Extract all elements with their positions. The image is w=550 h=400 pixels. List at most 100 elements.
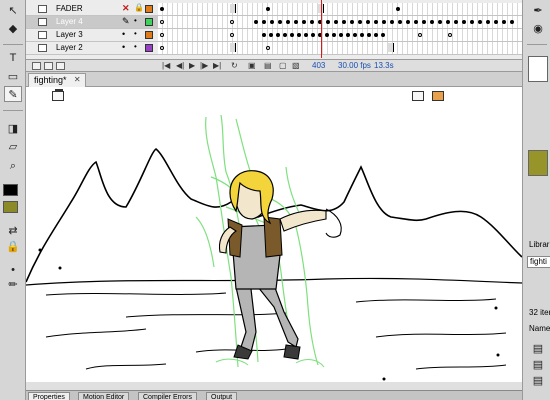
layer-header[interactable]: Layer 3 • • [26, 29, 158, 42]
edit-pencil-icon[interactable]: ✎ [122, 16, 130, 27]
frame-rate-readout[interactable]: 30.00 fps [338, 61, 371, 70]
prev-frame-icon[interactable]: ◀| [176, 61, 184, 70]
lock-icon[interactable]: 🔒 [134, 3, 144, 12]
outline-color-icon[interactable] [145, 5, 153, 13]
layer-header[interactable]: Layer 4 ✎ • [26, 16, 158, 29]
color-panel-icon[interactable]: ◉ [529, 20, 547, 36]
keyframe[interactable] [297, 33, 301, 37]
keyframe[interactable] [390, 20, 394, 24]
next-frame-icon[interactable]: |▶ [200, 61, 208, 70]
keyframe[interactable] [418, 33, 422, 37]
keyframe[interactable] [510, 20, 514, 24]
tab-compiler-errors[interactable]: Compiler Errors [138, 392, 198, 400]
layer-frames[interactable] [158, 42, 522, 55]
keyframe[interactable] [446, 20, 450, 24]
playhead[interactable] [321, 0, 322, 58]
layer-row-selected[interactable]: Layer 4 ✎ • [26, 16, 522, 29]
keyframe[interactable] [353, 33, 357, 37]
library-name-header[interactable]: Name [529, 324, 550, 333]
play-icon[interactable]: ▶ [189, 61, 195, 70]
subselection-tool-icon[interactable]: ◆ [4, 20, 22, 36]
keyframe[interactable] [398, 20, 402, 24]
layer-frames[interactable] [158, 3, 522, 16]
keyframe[interactable] [360, 33, 364, 37]
tab-motion-editor[interactable]: Motion Editor [78, 392, 130, 400]
library-folder-icon[interactable]: ▤ [529, 356, 547, 372]
loop-icon[interactable]: ↻ [231, 61, 238, 70]
layer-frames[interactable] [158, 16, 522, 29]
keyframe[interactable] [381, 33, 385, 37]
keyframe[interactable] [339, 33, 343, 37]
text-tool-icon[interactable]: T [4, 50, 22, 66]
keyframe[interactable] [396, 7, 400, 11]
keyframe[interactable] [414, 20, 418, 24]
keyframe[interactable] [448, 33, 452, 37]
keyframe[interactable] [230, 20, 234, 24]
keyframe[interactable] [311, 33, 315, 37]
keyframe[interactable] [254, 20, 258, 24]
keyframe[interactable] [294, 20, 298, 24]
library-folder-icon[interactable]: ▤ [529, 340, 547, 356]
keyframe[interactable] [406, 20, 410, 24]
outline-color-icon[interactable] [145, 44, 153, 52]
lock-dot-icon[interactable]: • [134, 42, 137, 51]
snap-icon[interactable]: 🔒 [4, 238, 22, 254]
library-selector[interactable]: fighti [527, 256, 550, 268]
visible-dot-icon[interactable]: • [122, 29, 125, 39]
keyframe[interactable] [374, 33, 378, 37]
zoom-tool-icon[interactable]: ⌕ [4, 158, 22, 174]
keyframe[interactable] [270, 20, 274, 24]
keyframe[interactable] [382, 20, 386, 24]
keyframe[interactable] [269, 33, 273, 37]
first-frame-icon[interactable]: |◀ [162, 61, 170, 70]
keyframe[interactable] [283, 33, 287, 37]
empty-keyframe[interactable] [266, 46, 270, 50]
lock-dot-icon[interactable]: • [134, 29, 137, 38]
eraser-tool-icon[interactable]: ▱ [4, 138, 22, 154]
pen-tool-icon[interactable]: ✒ [529, 2, 547, 18]
swap-colors-icon[interactable]: ⇄ [4, 222, 22, 238]
keyframe[interactable] [326, 20, 330, 24]
keyframe[interactable] [332, 33, 336, 37]
keyframe[interactable] [374, 20, 378, 24]
selection-tool-icon[interactable]: ↖ [4, 2, 22, 18]
empty-keyframe[interactable] [160, 46, 164, 50]
center-frame-icon[interactable]: ▣ [248, 61, 256, 70]
keyframe[interactable] [276, 33, 280, 37]
keyframe[interactable] [462, 20, 466, 24]
keyframe[interactable] [430, 20, 434, 24]
keyframe[interactable] [502, 20, 506, 24]
rectangle-tool-icon[interactable]: ▭ [4, 68, 22, 84]
visible-dot-icon[interactable]: • [122, 42, 125, 52]
keyframe[interactable] [262, 20, 266, 24]
keyframe[interactable] [486, 20, 490, 24]
keyframe[interactable] [366, 20, 370, 24]
pencil-tool-icon[interactable]: ✎ [4, 86, 22, 102]
stroke-color-swatch[interactable] [3, 184, 18, 196]
keyframe[interactable] [454, 20, 458, 24]
edit-multiple-frames-icon[interactable]: ▧ [292, 61, 300, 70]
elapsed-time-readout[interactable]: 13.3s [374, 61, 394, 70]
lock-dot-icon[interactable]: • [134, 16, 137, 25]
keyframe[interactable] [494, 20, 498, 24]
edit-scene-icon[interactable] [412, 91, 424, 101]
onion-skin-icon[interactable]: ▤ [264, 61, 272, 70]
layer-header[interactable]: Layer 2 • • [26, 42, 158, 55]
keyframe[interactable] [346, 33, 350, 37]
current-color-swatch[interactable] [528, 150, 548, 176]
document-tab[interactable]: fighting* ✕ [28, 73, 86, 87]
keyframe[interactable] [342, 20, 346, 24]
keyframe[interactable] [286, 20, 290, 24]
keyframe[interactable] [310, 20, 314, 24]
keyframe[interactable] [160, 7, 164, 11]
layer-row[interactable]: Layer 3 • • [26, 29, 522, 42]
keyframe[interactable] [438, 20, 442, 24]
keyframe[interactable] [334, 20, 338, 24]
onion-outline-icon[interactable]: ▢ [279, 61, 287, 70]
tab-properties[interactable]: Properties [28, 392, 70, 400]
keyframe[interactable] [358, 20, 362, 24]
keyframe[interactable] [350, 20, 354, 24]
keyframe[interactable] [160, 20, 164, 24]
keyframe[interactable] [325, 33, 329, 37]
keyframe[interactable] [290, 33, 294, 37]
